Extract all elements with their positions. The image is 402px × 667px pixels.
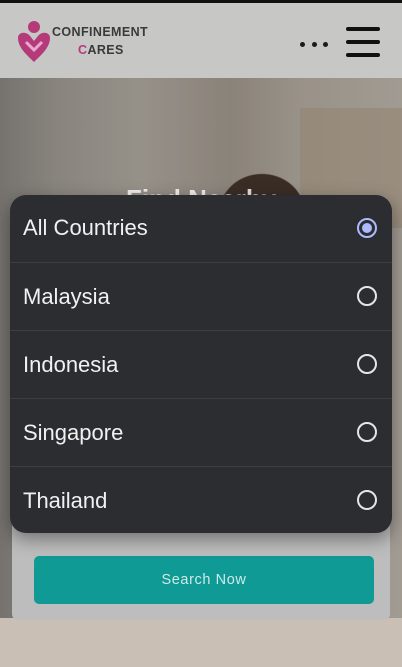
country-option-malaysia[interactable]: Malaysia (10, 263, 392, 331)
radio-unselected-icon[interactable] (357, 354, 377, 374)
brand-name-line2: CARES (78, 43, 124, 57)
radio-unselected-icon[interactable] (357, 422, 377, 442)
brand-name-line1: CONFINEMENT (52, 25, 149, 39)
option-label: Singapore (23, 420, 124, 445)
option-label: All Countries (23, 215, 148, 240)
country-option-singapore[interactable]: Singapore (10, 399, 392, 467)
hamburger-menu-icon[interactable] (346, 27, 382, 59)
app-header: CONFINEMENT CARES (0, 0, 402, 78)
radio-unselected-icon[interactable] (357, 490, 377, 510)
more-options-icon[interactable] (300, 33, 328, 55)
country-option-indonesia[interactable]: Indonesia (10, 331, 392, 399)
floor-background (0, 618, 402, 667)
brand-name-rest: ARES (87, 43, 124, 57)
country-option-thailand[interactable]: Thailand (10, 467, 392, 533)
option-label: Indonesia (23, 352, 119, 377)
search-now-button[interactable]: Search Now (34, 556, 374, 604)
option-label: Thailand (23, 488, 108, 513)
confinement-cares-logo-icon[interactable] (14, 20, 54, 64)
radio-unselected-icon[interactable] (357, 286, 377, 306)
option-label: Malaysia (23, 284, 110, 309)
country-option-all[interactable]: All Countries (10, 195, 392, 263)
country-dropdown-list: All Countries Malaysia Indonesia Singapo… (10, 195, 392, 533)
search-card: Search Now (12, 520, 390, 620)
radio-selected-icon[interactable] (357, 218, 377, 238)
